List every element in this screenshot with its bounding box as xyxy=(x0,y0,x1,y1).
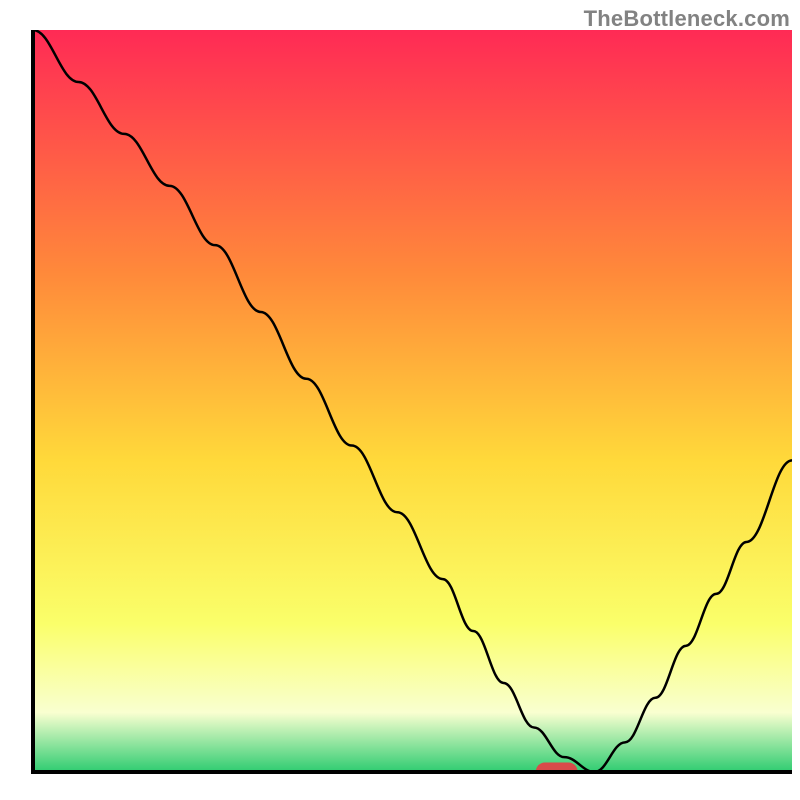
plot-background xyxy=(33,30,792,772)
chart-container: TheBottleneck.com xyxy=(0,0,800,800)
attribution-text: TheBottleneck.com xyxy=(584,6,790,32)
bottleneck-chart xyxy=(0,0,800,800)
